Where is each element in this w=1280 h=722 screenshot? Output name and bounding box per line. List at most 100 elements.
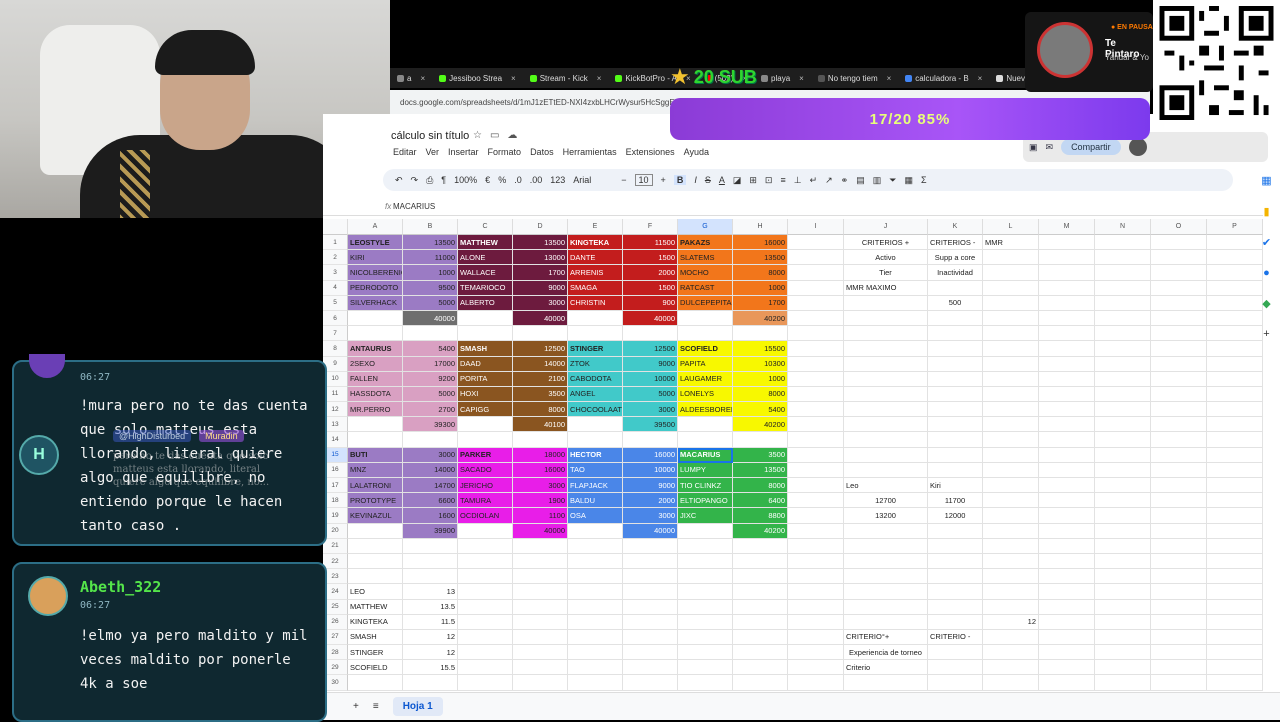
align-icon[interactable]: ≡: [780, 175, 785, 185]
cell[interactable]: [788, 538, 844, 554]
cell[interactable]: 39900: [403, 523, 458, 539]
cell[interactable]: 9000: [623, 478, 678, 494]
cell[interactable]: [1095, 660, 1151, 676]
cell[interactable]: 1700: [513, 265, 568, 281]
cell[interactable]: [623, 538, 678, 554]
cell[interactable]: 12000: [928, 508, 983, 524]
cell[interactable]: [403, 675, 458, 691]
link-icon[interactable]: ⚭: [841, 175, 849, 186]
cell[interactable]: 40200: [733, 310, 788, 327]
cell[interactable]: [458, 629, 513, 646]
contacts-icon[interactable]: ●: [1263, 267, 1270, 279]
cell[interactable]: [844, 462, 928, 478]
cell[interactable]: [1151, 508, 1207, 524]
cell[interactable]: [928, 341, 983, 357]
cell[interactable]: [928, 675, 983, 691]
cell[interactable]: [1151, 675, 1207, 691]
cell[interactable]: [928, 447, 983, 463]
chart-icon[interactable]: ▥: [873, 175, 882, 186]
column-header[interactable]: A: [348, 219, 403, 235]
cell[interactable]: [513, 569, 568, 585]
cell[interactable]: [844, 295, 928, 311]
cell[interactable]: [788, 341, 844, 357]
zoom-select[interactable]: 100%: [454, 175, 477, 185]
row-header[interactable]: 4: [323, 280, 348, 296]
font-size-input[interactable]: 10: [634, 174, 653, 186]
cell[interactable]: [844, 402, 928, 418]
column-header[interactable]: G: [678, 219, 733, 235]
cell[interactable]: LEOSTYLE: [348, 235, 403, 251]
cell[interactable]: [1039, 478, 1095, 494]
cell[interactable]: Criterio: [844, 660, 928, 676]
column-header[interactable]: B: [403, 219, 458, 235]
keep-icon[interactable]: ▮: [1263, 205, 1269, 218]
cell[interactable]: 12500: [623, 341, 678, 357]
cell[interactable]: [844, 599, 928, 615]
cell[interactable]: [513, 432, 568, 448]
cell[interactable]: [678, 326, 733, 342]
cell[interactable]: [513, 538, 568, 554]
cell[interactable]: [928, 386, 983, 403]
cell[interactable]: [458, 310, 513, 327]
cell[interactable]: [568, 538, 623, 554]
cell[interactable]: [1151, 265, 1207, 281]
cell[interactable]: [788, 584, 844, 600]
column-header[interactable]: H: [733, 219, 788, 235]
cell[interactable]: 40000: [403, 310, 458, 327]
cell[interactable]: [623, 675, 678, 691]
cell[interactable]: 13.5: [403, 599, 458, 615]
cell[interactable]: TEMARIOCO: [458, 280, 513, 296]
cell[interactable]: WALLACE: [458, 265, 513, 281]
cell[interactable]: [844, 553, 928, 570]
cell[interactable]: 10300: [733, 356, 788, 372]
cell[interactable]: [983, 478, 1039, 494]
column-header[interactable]: E: [568, 219, 623, 235]
cell[interactable]: MATTHEW: [348, 599, 403, 615]
column-header[interactable]: M: [1039, 219, 1095, 235]
cell[interactable]: [844, 569, 928, 585]
cell[interactable]: 1700: [733, 295, 788, 311]
close-icon[interactable]: ×: [511, 74, 516, 83]
views-icon[interactable]: ▦: [904, 175, 913, 186]
cell[interactable]: [983, 462, 1039, 478]
cell[interactable]: STINGER: [568, 341, 623, 357]
cell[interactable]: MATTHEW: [458, 235, 513, 251]
cell[interactable]: [928, 462, 983, 478]
cell[interactable]: [1095, 371, 1151, 387]
cell[interactable]: [568, 675, 623, 691]
cell[interactable]: CRITERIO°+: [844, 629, 928, 646]
cell[interactable]: [983, 265, 1039, 281]
cell[interactable]: [1151, 295, 1207, 311]
cell[interactable]: [788, 447, 844, 463]
cell[interactable]: [733, 660, 788, 676]
cell[interactable]: SACADO: [458, 462, 513, 478]
cell[interactable]: [1039, 235, 1095, 251]
cell[interactable]: [844, 310, 928, 327]
browser-tab[interactable]: Stream - Kick ×: [523, 68, 609, 88]
cell[interactable]: 40000: [513, 523, 568, 539]
cell[interactable]: [788, 250, 844, 266]
cell[interactable]: KIRI: [348, 250, 403, 266]
cell[interactable]: 3000: [513, 295, 568, 311]
cell[interactable]: [1151, 356, 1207, 372]
increase-decimal-button[interactable]: .00: [530, 175, 543, 185]
cell[interactable]: 3000: [623, 508, 678, 524]
cell[interactable]: LUMPY: [678, 462, 733, 478]
cell[interactable]: [458, 326, 513, 342]
cell[interactable]: [928, 432, 983, 448]
cell[interactable]: Inactividad: [928, 265, 983, 281]
cell[interactable]: HOXI: [458, 386, 513, 403]
cell[interactable]: [928, 553, 983, 570]
cell[interactable]: [348, 523, 403, 539]
cell[interactable]: [788, 629, 844, 646]
currency-button[interactable]: €: [485, 175, 490, 185]
cell[interactable]: [1039, 569, 1095, 585]
cell[interactable]: [1151, 538, 1207, 554]
cell[interactable]: [403, 553, 458, 570]
cell[interactable]: [568, 645, 623, 661]
font-size-plus[interactable]: +: [661, 175, 666, 185]
cell[interactable]: [348, 553, 403, 570]
cell[interactable]: [1039, 584, 1095, 600]
italic-button[interactable]: I: [694, 175, 697, 185]
cell[interactable]: DAAD: [458, 356, 513, 372]
